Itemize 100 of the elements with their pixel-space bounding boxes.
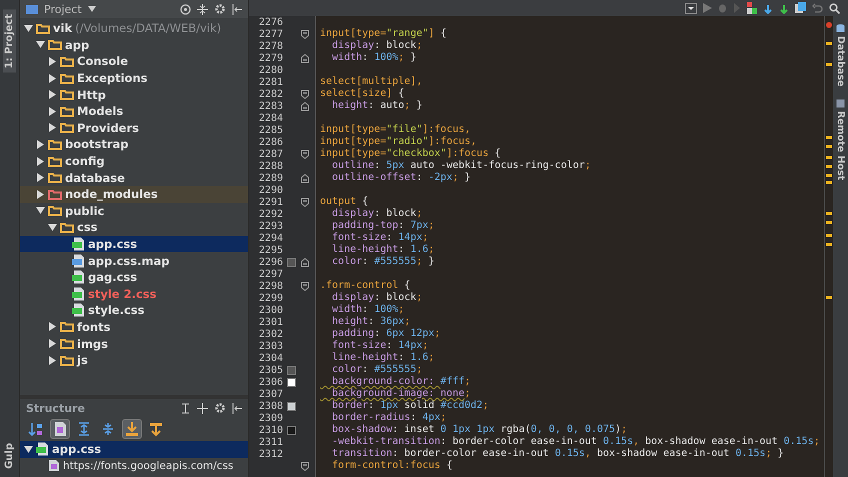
tree-item[interactable]: Console <box>20 53 248 70</box>
code-line: input[type="file"]:focus, <box>320 124 471 136</box>
line-number: 2287 <box>258 148 283 160</box>
line-number: 2300 <box>258 304 283 316</box>
tree-item[interactable]: https://fonts.googleapis.com/css <box>20 458 248 474</box>
code-line: width: 100%; } <box>331 52 416 64</box>
tool-window-tab[interactable]: 1: Project <box>3 10 16 72</box>
dropdown-caret-icon[interactable] <box>88 6 96 12</box>
line-number: 2295 <box>258 244 283 256</box>
tree-item[interactable]: fonts <box>20 318 248 336</box>
tree-item[interactable]: public <box>20 202 248 220</box>
line-number: 2291 <box>258 196 283 208</box>
dropdown-icon[interactable] <box>685 2 697 14</box>
line-number: 2297 <box>258 268 283 280</box>
code-line: background-image: none; <box>331 388 471 400</box>
code-line: input[type="radio"]:focus, <box>320 136 477 148</box>
settings-icon[interactable] <box>214 402 226 414</box>
code-line: height: 36px; <box>331 316 410 328</box>
error-stripe-icon <box>826 22 832 28</box>
layers-icon[interactable] <box>747 2 757 14</box>
tree-item[interactable]: Models <box>20 102 248 120</box>
line-number: 2277 <box>258 28 283 40</box>
hide-panel-icon[interactable] <box>232 4 242 14</box>
properties-icon <box>52 421 68 437</box>
tree-item[interactable]: database <box>20 169 248 186</box>
tree-item[interactable]: js <box>20 352 248 368</box>
fold-marker-icon[interactable] <box>301 462 309 470</box>
line-number: 2309 <box>258 412 283 424</box>
tree-item[interactable]: Providers <box>20 120 248 136</box>
tree-item[interactable]: app.css.map <box>20 252 248 269</box>
collapse-arrow-icon[interactable] <box>24 444 33 454</box>
line-number: 2301 <box>258 316 283 328</box>
folder-icon <box>60 56 74 67</box>
code-line: input[type="range"] { <box>320 28 446 40</box>
line-number: 2289 <box>258 172 283 184</box>
line-number: 2293 <box>258 220 283 232</box>
tree-item[interactable]: css <box>20 219 248 236</box>
line-number: 2303 <box>258 340 283 352</box>
code-line: output { <box>320 196 368 208</box>
tree-item[interactable]: node_modules <box>20 186 248 203</box>
fold-marker-icon[interactable] <box>301 30 309 38</box>
panel-title: Structure <box>26 402 85 414</box>
code-line: display: block; <box>331 40 422 52</box>
fold-marker-icon[interactable] <box>301 282 309 290</box>
tree-item[interactable]: app.css <box>20 441 248 458</box>
tree-item[interactable]: vik (/Volumes/DATA/WEB/vik) <box>20 20 248 37</box>
folder-icon <box>36 22 50 34</box>
expand-icon <box>76 421 92 437</box>
code-line: line-height: 1.6; <box>331 352 434 364</box>
fold-marker-icon[interactable] <box>301 150 309 158</box>
toolbar-button[interactable] <box>50 419 70 439</box>
line-number: 2281 <box>258 76 283 88</box>
line-number: 2290 <box>258 184 283 196</box>
line-number: 2311 <box>258 436 283 448</box>
fold-marker-icon[interactable] <box>301 198 309 206</box>
tree-item[interactable]: gag.css <box>20 268 248 286</box>
play-icon[interactable] <box>703 3 712 13</box>
search-icon[interactable] <box>829 2 840 14</box>
warning-stripe-icon <box>826 63 832 66</box>
undo-icon[interactable] <box>812 2 823 14</box>
tool-window-tab[interactable]: Database <box>834 22 846 89</box>
code-line: transition: border-color ease-in-out 0.15s, box-shadow ease-in-out 0.15s; } <box>331 448 784 460</box>
tree-item[interactable]: imgs <box>20 335 248 352</box>
fold-marker-icon[interactable] <box>301 258 309 266</box>
hide-panel-icon[interactable] <box>232 402 242 414</box>
folder-icon <box>48 156 62 167</box>
fold-marker-icon[interactable] <box>301 54 309 62</box>
fold-marker-icon[interactable] <box>301 174 309 182</box>
database-icon <box>836 24 845 33</box>
tool-window-tab[interactable]: Remote Host <box>834 96 846 182</box>
sort-icon <box>28 421 44 437</box>
tree-item[interactable]: app.css <box>20 236 248 252</box>
toolbar-button[interactable] <box>122 419 142 439</box>
target-icon[interactable] <box>180 4 191 14</box>
folder-icon <box>48 172 62 184</box>
tree-item[interactable]: style.css <box>20 302 248 319</box>
code-line: display: block; <box>331 208 422 220</box>
settings-icon[interactable] <box>214 3 226 15</box>
fold-marker-icon[interactable] <box>301 90 309 98</box>
tool-window-tab[interactable]: Gulp <box>3 439 16 473</box>
warning-stripe-icon <box>826 42 832 45</box>
tree-item[interactable]: bootstrap <box>20 136 248 153</box>
line-number: 2299 <box>258 292 283 304</box>
code-line: border-radius: 4px; <box>331 412 446 424</box>
tree-item[interactable]: config <box>20 152 248 170</box>
folder-icon <box>60 321 74 332</box>
code-line: width: 100%; <box>331 304 404 316</box>
fold-marker-icon[interactable] <box>301 102 309 110</box>
css-file-icon <box>72 303 85 318</box>
folder-icon <box>60 89 74 100</box>
folder-icon <box>60 72 74 84</box>
folder-icon <box>48 188 62 200</box>
tree-item[interactable]: app <box>20 36 248 54</box>
line-number: 2304 <box>258 352 283 364</box>
code-line: input[type="checkbox"]:focus { <box>320 148 501 160</box>
tree-item[interactable]: Exceptions <box>20 70 248 86</box>
code-line: font-size: 14px; <box>331 232 428 244</box>
tree-item[interactable]: Http <box>20 86 248 103</box>
code-line: color: #555555; <box>331 364 422 376</box>
line-number: 2279 <box>258 52 283 64</box>
